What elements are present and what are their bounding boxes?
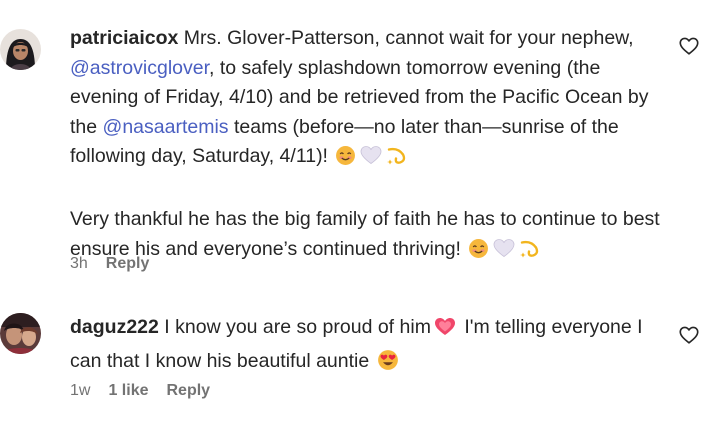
heart-eyes-emoji	[377, 349, 399, 381]
avatar[interactable]	[0, 313, 41, 354]
like-heart-icon[interactable]	[678, 35, 700, 57]
dizzy-emoji	[386, 145, 408, 176]
dizzy-emoji	[519, 238, 541, 269]
comment-text-segment: I know you are so proud of him	[158, 316, 431, 338]
like-heart-icon[interactable]	[678, 324, 700, 346]
comment-text: daguz222 I know you are so proud of him …	[70, 313, 660, 380]
comment-username[interactable]: daguz222	[70, 316, 159, 338]
comment-timestamp[interactable]: 3h	[70, 255, 88, 273]
reply-button[interactable]: Reply	[166, 382, 210, 400]
mention-link[interactable]: @astrovicglover	[70, 57, 209, 79]
mention-link[interactable]: @nasaartemis	[103, 116, 229, 138]
white-heart-emoji	[493, 238, 515, 269]
white-heart-emoji	[360, 145, 382, 176]
comment-text: patriciaicox Mrs. Glover-Patterson, cann…	[70, 24, 660, 268]
avatar[interactable]	[0, 29, 41, 70]
smiling-face-emoji	[335, 145, 356, 176]
smiling-face-emoji	[468, 238, 489, 269]
likes-count[interactable]: 1 like	[108, 382, 148, 400]
comment-timestamp[interactable]: 1w	[70, 382, 90, 400]
comment-text-segment: Very thankful he has the big family of f…	[70, 208, 660, 260]
reply-button[interactable]: Reply	[106, 255, 150, 273]
comment-username[interactable]: patriciaicox	[70, 27, 178, 49]
comment-meta: 3h Reply	[70, 255, 149, 273]
growing-heart-emoji	[433, 316, 457, 347]
comment-meta: 1w 1 like Reply	[70, 382, 210, 400]
comment-text-segment: Mrs. Glover-Patterson, cannot wait for y…	[178, 27, 634, 49]
